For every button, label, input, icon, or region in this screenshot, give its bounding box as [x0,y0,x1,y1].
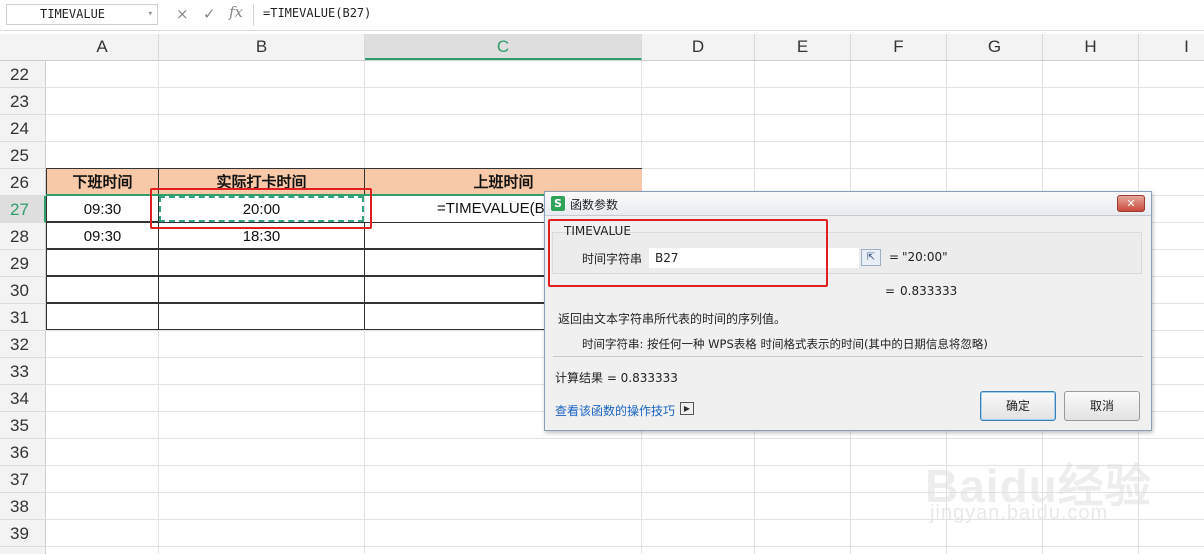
cell-c28[interactable] [364,222,546,249]
column-header-c[interactable]: C [365,34,642,60]
row-header[interactable]: 32 [0,331,46,358]
row-header-column: 22 23 24 25 26 27 28 29 30 31 32 33 34 3… [0,61,46,554]
cell-a28[interactable]: 09:30 [46,222,159,249]
row-header-selected[interactable]: 27 [0,196,46,223]
column-header-b[interactable]: B [159,34,365,60]
highlight-box-cell [150,188,372,229]
cell-a31[interactable] [46,303,159,330]
row-header[interactable]: 25 [0,142,46,169]
row-header[interactable]: 36 [0,439,46,466]
column-header-f[interactable]: F [851,34,947,60]
cancel-icon[interactable]: × [176,5,189,23]
formula-input[interactable]: =TIMEVALUE(B27) [263,4,371,23]
column-header-h[interactable]: H [1043,34,1139,60]
row-header[interactable]: 33 [0,358,46,385]
row-header[interactable]: 23 [0,88,46,115]
video-icon[interactable]: ▶ [680,402,694,415]
row-header[interactable]: 30 [0,277,46,304]
row-header[interactable]: 34 [0,385,46,412]
spreadsheet-app: TIMEVALUE ▾ × ✓ fx =TIMEVALUE(B27) A B C… [0,0,1204,554]
cell-a30[interactable] [46,276,159,303]
argument-result: "20:00" [902,250,948,264]
row-header[interactable]: 38 [0,493,46,520]
row-header[interactable]: 22 [0,61,46,88]
row-header[interactable]: 39 [0,520,46,547]
help-link[interactable]: 查看该函数的操作技巧 [555,402,675,419]
cancel-button[interactable]: 取消 [1064,391,1140,421]
argument-description: 时间字符串: 按任何一种 WPS表格 时间格式表示的时间(其中的日期信息将忽略) [582,337,988,351]
column-header-d[interactable]: D [642,34,755,60]
header-cell-a26[interactable]: 下班时间 [46,168,159,195]
column-header-row: A B C D E F G H I [0,34,1204,61]
column-header-g[interactable]: G [947,34,1043,60]
highlight-box-argument [548,219,828,287]
row-header[interactable]: 29 [0,250,46,277]
enter-icon[interactable]: ✓ [203,5,216,23]
cell-c30[interactable] [364,276,546,303]
dialog-titlebar[interactable]: S 函数参数 ✕ [545,192,1151,216]
column-header-a[interactable]: A [46,34,159,60]
row-header[interactable]: 35 [0,412,46,439]
dialog-title: 函数参数 [570,198,619,212]
column-header-e[interactable]: E [755,34,851,60]
cell-a27[interactable]: 09:30 [46,195,159,222]
wps-logo-icon: S [551,196,565,211]
cell-a29[interactable] [46,249,159,276]
function-result: 0.833333 [900,284,958,298]
name-box[interactable]: TIMEVALUE ▾ [6,4,158,25]
ok-button[interactable]: 确定 [980,391,1056,421]
chevron-down-icon[interactable]: ▾ [148,5,153,24]
cell-b30[interactable] [158,276,365,303]
calc-result: 计算结果 = 0.833333 [555,371,678,385]
cell-b29[interactable] [158,249,365,276]
column-header-i[interactable]: I [1139,34,1204,60]
formula-divider [253,4,254,26]
watermark: Baidu经验 jingyan.baidu.com [925,440,1195,550]
row-header[interactable]: 37 [0,466,46,493]
row-header[interactable]: 26 [0,169,46,196]
cell-b31[interactable] [158,303,365,330]
name-box-value: TIMEVALUE [40,7,106,21]
close-button[interactable]: ✕ [1117,195,1145,212]
cell-c29[interactable] [364,249,546,276]
row-header[interactable]: 28 [0,223,46,250]
cell-c31[interactable] [364,303,546,330]
watermark-url: jingyan.baidu.com [930,502,1109,524]
function-description: 返回由文本字符串所代表的时间的序列值。 [558,312,787,326]
argument-equals: = [889,250,900,264]
fx-icon[interactable]: fx [229,3,243,21]
formula-bar: TIMEVALUE ▾ × ✓ fx =TIMEVALUE(B27) [0,0,1204,31]
divider [553,356,1143,357]
range-select-icon[interactable]: ⇱ [861,249,881,266]
row-header[interactable]: 24 [0,115,46,142]
result-equals: = [885,284,896,298]
row-header[interactable]: 31 [0,304,46,331]
